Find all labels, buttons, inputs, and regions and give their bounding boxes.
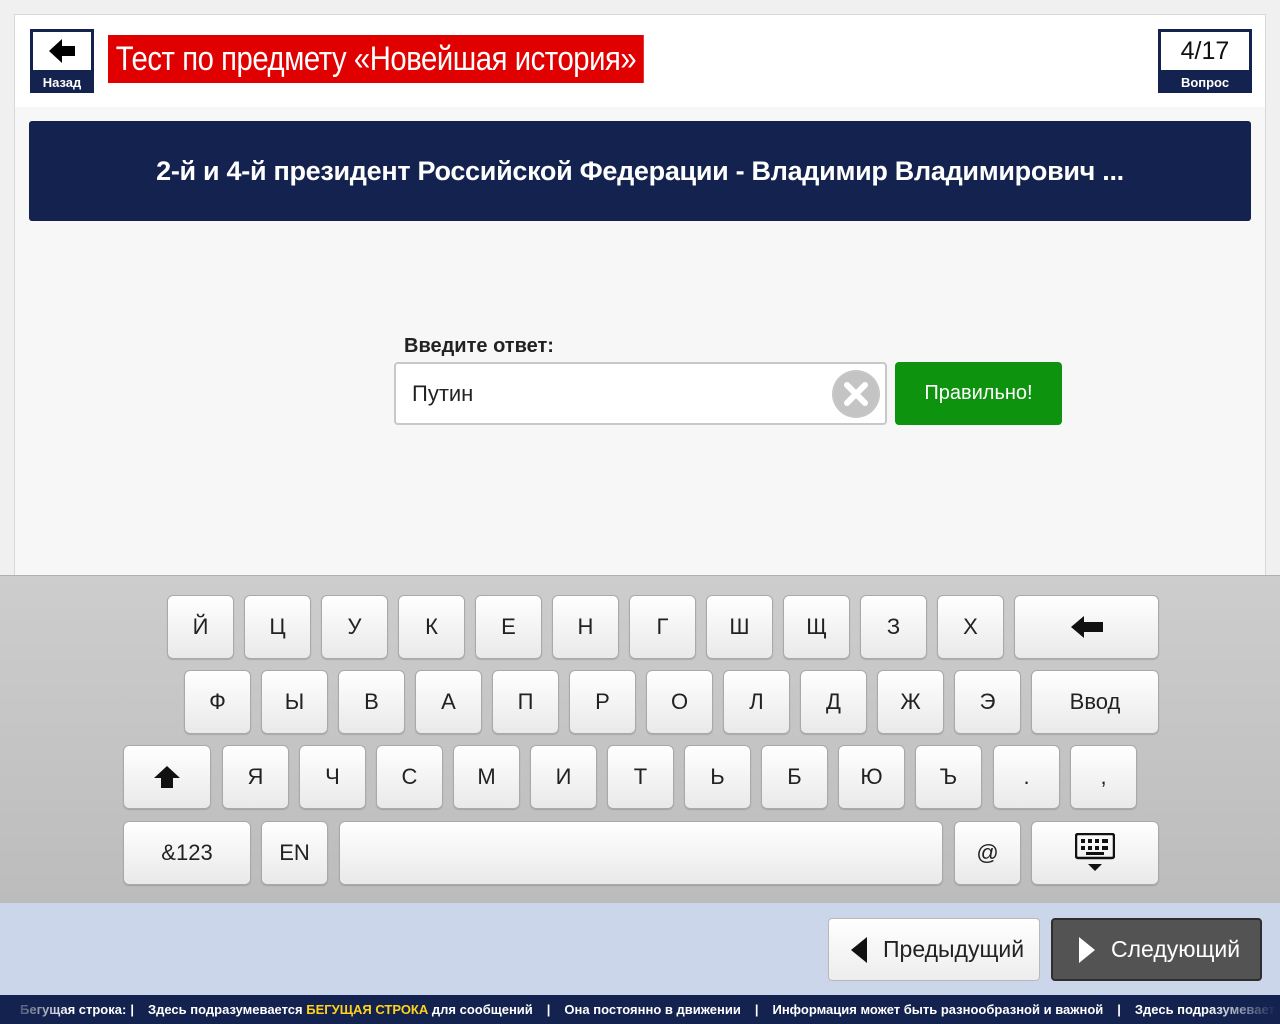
backspace-key[interactable]: [1014, 595, 1159, 659]
question-text: 2-й и 4-й президент Российской Федерации…: [29, 121, 1251, 221]
ticker-fade-left: [0, 995, 70, 1024]
check-answer-button[interactable]: Правильно!: [895, 362, 1062, 425]
key[interactable]: И: [530, 745, 597, 809]
next-label: Следующий: [1111, 936, 1241, 962]
question-counter: 4/17 Вопрос: [1158, 29, 1252, 93]
header-bar: Назад Тест по предмету «Новейшая история…: [15, 15, 1265, 107]
key[interactable]: Л: [723, 670, 790, 734]
key[interactable]: О: [646, 670, 713, 734]
key[interactable]: Ы: [261, 670, 328, 734]
virtual-keyboard: Й Ц У К Е Н Г Ш Щ З Х Ф Ы В А П Р О Л Д …: [0, 575, 1280, 903]
numeric-key[interactable]: &123: [123, 821, 251, 885]
key[interactable]: Д: [800, 670, 867, 734]
key[interactable]: ,: [1070, 745, 1137, 809]
back-arrow-icon: [33, 32, 91, 70]
answer-input[interactable]: [394, 362, 887, 425]
key[interactable]: Р: [569, 670, 636, 734]
key[interactable]: Ч: [299, 745, 366, 809]
key[interactable]: Э: [954, 670, 1021, 734]
ticker-highlight: БЕГУЩАЯ СТРОКА: [306, 1002, 429, 1017]
counter-label: Вопрос: [1180, 75, 1230, 90]
navigation-bar: Предыдущий Следующий: [0, 903, 1280, 995]
ticker-separator: |: [130, 1002, 134, 1017]
chevron-left-icon: [851, 936, 867, 963]
key[interactable]: З: [860, 595, 927, 659]
key[interactable]: У: [321, 595, 388, 659]
key[interactable]: Ж: [877, 670, 944, 734]
key[interactable]: Ш: [706, 595, 773, 659]
back-button[interactable]: Назад: [30, 29, 94, 93]
ticker-item: для сообщений: [431, 1002, 533, 1017]
ticker-separator: |: [1117, 1002, 1121, 1017]
key[interactable]: Й: [167, 595, 234, 659]
key[interactable]: Т: [607, 745, 674, 809]
key[interactable]: Х: [937, 595, 1004, 659]
key[interactable]: С: [376, 745, 443, 809]
ticker-item: Она постоянно в движении: [564, 1002, 741, 1017]
space-key[interactable]: [339, 821, 943, 885]
key[interactable]: Ц: [244, 595, 311, 659]
ticker-item: Здесь подразумевается: [147, 1002, 303, 1017]
key[interactable]: Ь: [684, 745, 751, 809]
shift-arrow-icon: [154, 766, 180, 788]
key[interactable]: П: [492, 670, 559, 734]
keyboard-hide-icon: [1075, 833, 1115, 871]
key[interactable]: А: [415, 670, 482, 734]
language-key[interactable]: EN: [261, 821, 328, 885]
key[interactable]: Н: [552, 595, 619, 659]
ticker-item: Информация может быть разнообразной и ва…: [772, 1002, 1104, 1017]
back-label: Назад: [42, 75, 82, 90]
key[interactable]: .: [993, 745, 1060, 809]
answer-label: Введите ответ:: [404, 335, 554, 357]
previous-button[interactable]: Предыдущий: [828, 918, 1040, 981]
key[interactable]: М: [453, 745, 520, 809]
enter-key[interactable]: Ввод: [1031, 670, 1159, 734]
key[interactable]: Щ: [783, 595, 850, 659]
hide-keyboard-key[interactable]: [1031, 821, 1159, 885]
news-ticker: Бегущая строка: | Здесь подразумевается БЕ…: [0, 995, 1280, 1024]
ticker-separator: |: [546, 1002, 551, 1017]
key[interactable]: Е: [475, 595, 542, 659]
previous-label: Предыдущий: [883, 936, 1025, 962]
ticker-separator: |: [754, 1002, 759, 1017]
next-button[interactable]: Следующий: [1051, 918, 1262, 981]
key[interactable]: Б: [761, 745, 828, 809]
close-icon: [834, 372, 878, 416]
key[interactable]: Я: [222, 745, 289, 809]
key[interactable]: Ф: [184, 670, 251, 734]
ticker-track: Бегущая строка: | Здесь подразумевается БЕ…: [20, 995, 1280, 1024]
key[interactable]: К: [398, 595, 465, 659]
chevron-right-icon: [1079, 936, 1095, 963]
counter-value: 4/17: [1161, 32, 1249, 70]
main-panel: Назад Тест по предмету «Новейшая история…: [14, 14, 1266, 614]
page-title: Тест по предмету «Новейшая история»: [108, 35, 644, 83]
key[interactable]: Ю: [838, 745, 905, 809]
key[interactable]: Ъ: [915, 745, 982, 809]
at-key[interactable]: @: [954, 821, 1021, 885]
ticker-fade-right: [1210, 995, 1280, 1024]
shift-key[interactable]: [123, 745, 211, 809]
clear-input-button[interactable]: [832, 370, 880, 418]
key[interactable]: В: [338, 670, 405, 734]
backspace-arrow-icon: [1070, 616, 1103, 638]
key[interactable]: Г: [629, 595, 696, 659]
